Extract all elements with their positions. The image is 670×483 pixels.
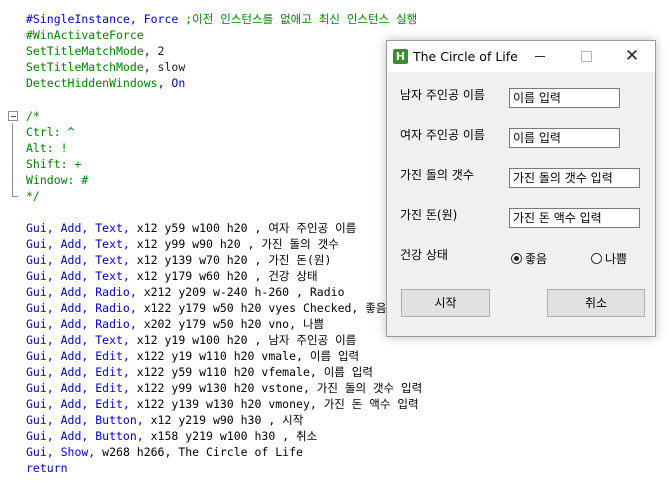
code-line: Gui, Add, Edit, x122 y59 w110 h20 vfemal… [26, 364, 373, 380]
code-line: DetectHiddenWindows, On [26, 75, 185, 91]
radio-good-dot[interactable] [511, 252, 522, 264]
code-args: x122 y19 w110 h20 vmale, 이름 입력 [129, 349, 360, 363]
money-field[interactable]: 가진 돈 액수 입력 [509, 208, 640, 228]
health-label: 건강 상태 [400, 248, 448, 262]
code-line: Gui, Add, Text, x12 y139 w70 h20 , 가진 돈(… [26, 252, 331, 268]
code-command: Gui, Add, Text, [26, 269, 130, 283]
male-name-label: 남자 주인공 이름 [400, 88, 485, 102]
gui-window: H The Circle of Life ✕ 남자 주인공 이름 이름 입력 여… [386, 40, 656, 337]
code-comment: ;이전 인스턴스를 없애고 최신 인스턴스 실행 [185, 12, 418, 26]
minimize-icon[interactable] [517, 41, 563, 72]
code-line: Gui, Add, Text, x12 y59 w100 h20 , 여자 주인… [26, 220, 356, 236]
code-command: Gui, Show, [26, 445, 96, 459]
code-command: Gui, Add, Radio, [26, 285, 137, 299]
code-command: Gui, Add, Text, [26, 333, 130, 347]
comment-line: Window: # [26, 173, 89, 187]
code-args: x12 y139 w70 h20 , 가진 돈(원) [129, 253, 332, 267]
code-line: SetTitleMatchMode, 2 [26, 43, 164, 59]
fold-guide-end [12, 196, 18, 197]
code-args: x122 y139 w130 h20 vmoney, 가진 돈 액수 입력 [129, 397, 419, 411]
code-keyword: SetTitleMatchMode [26, 60, 144, 74]
code-keyword: DetectHiddenWindows [26, 76, 158, 90]
code-command: Gui, Add, Text, [26, 253, 130, 267]
code-line: Gui, Add, Button, x12 y219 w90 h30 , 시작 [26, 412, 303, 428]
cancel-button[interactable]: 취소 [547, 289, 645, 317]
close-icon[interactable]: ✕ [609, 41, 655, 72]
code-command: Gui, Add, Text, [26, 237, 130, 251]
stone-count-field[interactable]: 가진 돌의 갯수 입력 [509, 168, 640, 188]
comment-line: */ [26, 189, 40, 203]
code-command: Gui, Add, Edit, [26, 381, 130, 395]
code-command: Gui, Add, Text, [26, 221, 130, 235]
code-line-return: return [26, 461, 68, 475]
code-line: Gui, Show, w268 h266, The Circle of Life [26, 444, 303, 460]
code-line: #SingleInstance, Force ;이전 인스턴스를 없애고 최신 … [26, 11, 417, 27]
code-line: Gui, Add, Text, x12 y19 w100 h20 , 남자 주인… [26, 332, 356, 348]
maximize-icon [563, 41, 609, 72]
code-args: x122 y179 w50 h20 vyes Checked, 좋음 [136, 301, 387, 315]
code-args: , On [157, 76, 186, 90]
comment-line: /* [26, 109, 40, 123]
code-line: Gui, Add, Edit, x122 y139 w130 h20 vmone… [26, 396, 419, 412]
code-args: w268 h266, The Circle of Life [95, 445, 303, 459]
code-args: x158 y219 w100 h30 , 취소 [143, 429, 318, 443]
money-label: 가진 돈(원) [400, 208, 458, 222]
radio-bad[interactable]: 나쁨 [591, 250, 627, 266]
fold-guide [12, 123, 13, 196]
code-args: x122 y59 w110 h20 vfemale, 이름 입력 [129, 365, 373, 379]
code-keyword: #WinActivateForce [26, 28, 144, 42]
code-args: , 2 [143, 44, 165, 58]
code-keyword: #SingleInstance [26, 12, 130, 26]
female-name-label: 여자 주인공 이름 [400, 128, 485, 142]
code-line: Gui, Add, Radio, x202 y179 w50 h20 vno, … [26, 316, 324, 332]
code-line: Gui, Add, Edit, x122 y99 w130 h20 vstone… [26, 380, 422, 396]
code-args: x122 y99 w130 h20 vstone, 가진 돌의 갯수 입력 [129, 381, 423, 395]
stone-count-label: 가진 돌의 갯수 [400, 168, 474, 182]
code-line: Gui, Add, Radio, x212 y209 w-240 h-260 ,… [26, 284, 345, 300]
code-keyword: SetTitleMatchMode [26, 44, 144, 58]
male-name-field[interactable]: 이름 입력 [509, 88, 620, 108]
fold-toggle-icon[interactable] [8, 111, 18, 121]
code-command: Gui, Add, Edit, [26, 365, 130, 379]
comment-line: Alt: ! [26, 141, 68, 155]
code-args: , Force [129, 12, 186, 26]
code-command: Gui, Add, Button, [26, 429, 144, 443]
radio-good-label: 좋음 [525, 251, 548, 266]
code-line: Gui, Add, Edit, x122 y19 w110 h20 vmale,… [26, 348, 359, 364]
code-line: Gui, Add, Text, x12 y99 w90 h20 , 가진 돌의 … [26, 236, 339, 252]
code-line: Gui, Add, Text, x12 y179 w60 h20 , 건강 상태 [26, 268, 318, 284]
code-command: Gui, Add, Edit, [26, 349, 130, 363]
code-line: #WinActivateForce [26, 27, 144, 43]
code-line: SetTitleMatchMode, slow [26, 59, 185, 75]
code-command: Gui, Add, Radio, [26, 317, 137, 331]
code-args: x12 y99 w90 h20 , 가진 돌의 갯수 [129, 237, 339, 251]
code-args: x12 y19 w100 h20 , 남자 주인공 이름 [129, 333, 357, 347]
radio-good[interactable]: 좋음 [511, 250, 547, 266]
female-name-field[interactable]: 이름 입력 [509, 128, 620, 148]
start-button[interactable]: 시작 [401, 289, 490, 317]
code-args: x202 y179 w50 h20 vno, 나쁨 [136, 317, 325, 331]
code-command: Gui, Add, Button, [26, 413, 144, 427]
window-title: The Circle of Life [413, 49, 518, 64]
code-args: x212 y209 w-240 h-260 , Radio [136, 285, 345, 299]
code-args: , slow [143, 60, 186, 74]
app-icon: H [393, 49, 408, 64]
code-command: Gui, Add, Radio, [26, 301, 137, 315]
radio-bad-dot[interactable] [591, 252, 602, 264]
radio-bad-label: 나쁨 [605, 251, 628, 266]
code-line: Gui, Add, Radio, x122 y179 w50 h20 vyes … [26, 300, 386, 316]
code-args: x12 y219 w90 h30 , 시작 [143, 413, 304, 427]
code-args: x12 y179 w60 h20 , 건강 상태 [129, 269, 318, 283]
comment-line: Shift: + [26, 157, 82, 171]
comment-line: Ctrl: ^ [26, 125, 75, 139]
window-titlebar[interactable]: H The Circle of Life ✕ [387, 41, 655, 72]
code-args: x12 y59 w100 h20 , 여자 주인공 이름 [129, 221, 357, 235]
code-line: Gui, Add, Button, x158 y219 w100 h30 , 취… [26, 428, 317, 444]
code-command: Gui, Add, Edit, [26, 397, 130, 411]
